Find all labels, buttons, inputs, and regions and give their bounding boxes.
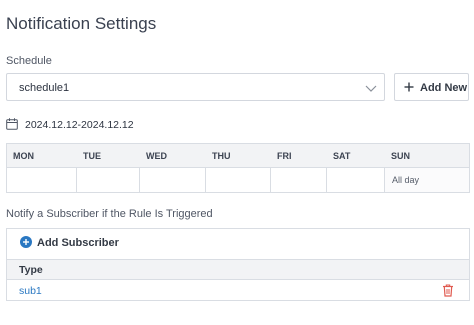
type-column-header: Type bbox=[19, 264, 43, 276]
day-cell-sat[interactable] bbox=[327, 168, 385, 192]
all-day-label: All day bbox=[392, 175, 420, 185]
day-cell-thu[interactable] bbox=[206, 168, 271, 192]
plus-circle-icon bbox=[20, 236, 32, 248]
add-new-button[interactable]: Add New bbox=[394, 73, 469, 101]
page-title: Notification Settings bbox=[6, 14, 157, 33]
day-header-sun: SUN bbox=[391, 151, 411, 161]
day-header-wed: WED bbox=[146, 151, 167, 161]
plus-icon bbox=[404, 82, 414, 92]
weekly-schedule-header: MON TUE WED THU FRI SAT SUN bbox=[7, 144, 469, 168]
date-range-text: 2024.12.12-2024.12.12 bbox=[25, 119, 134, 131]
day-cell-wed[interactable] bbox=[140, 168, 206, 192]
weekly-schedule-table: MON TUE WED THU FRI SAT SUN All day bbox=[6, 143, 470, 193]
subscriber-table-header: Type bbox=[7, 259, 469, 280]
schedule-label: Schedule bbox=[6, 55, 52, 67]
table-row: sub1 bbox=[7, 280, 469, 301]
trash-icon[interactable] bbox=[442, 284, 454, 297]
notify-subscriber-label: Notify a Subscriber if the Rule Is Trigg… bbox=[6, 208, 213, 220]
schedule-select[interactable]: schedule1 bbox=[6, 73, 385, 101]
day-header-mon: MON bbox=[13, 151, 34, 161]
add-new-label: Add New bbox=[420, 82, 468, 94]
add-subscriber-label: Add Subscriber bbox=[37, 237, 119, 249]
day-cell-mon[interactable] bbox=[7, 168, 77, 192]
subscriber-panel: Add Subscriber Type sub1 bbox=[6, 228, 470, 301]
day-header-fri: FRI bbox=[277, 151, 292, 161]
day-header-sat: SAT bbox=[333, 151, 351, 161]
day-cell-tue[interactable] bbox=[77, 168, 140, 192]
day-header-thu: THU bbox=[212, 151, 231, 161]
calendar-icon bbox=[6, 118, 18, 130]
day-header-tue: TUE bbox=[83, 151, 101, 161]
chevron-down-icon bbox=[365, 85, 377, 92]
day-cell-fri[interactable] bbox=[271, 168, 327, 192]
schedule-select-value: schedule1 bbox=[19, 82, 70, 94]
subscriber-link[interactable]: sub1 bbox=[19, 285, 42, 297]
